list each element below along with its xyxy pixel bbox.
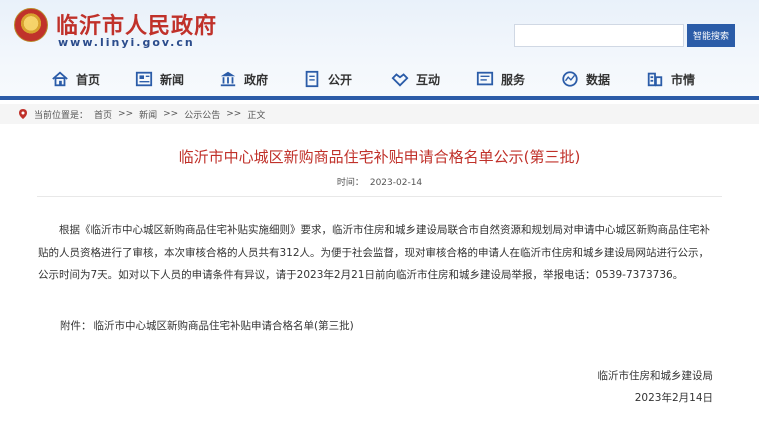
breadcrumb: 当前位置是： 首页 >> 新闻 >> 公示公告 >> 正文 <box>0 104 759 124</box>
nav-label: 市情 <box>671 72 696 87</box>
publish-time-value: 2023-02-14 <box>369 178 423 188</box>
nav-label: 首页 <box>76 72 101 87</box>
breadcrumb-current: 正文 <box>247 110 266 121</box>
breadcrumb-news[interactable]: 新闻 <box>139 108 157 121</box>
site-url: www.linyi.gov.cn <box>58 36 195 49</box>
title-divider <box>37 196 722 197</box>
body-paragraph: 根据《临沂市中心城区新购商品住宅补贴实施细则》要求，临沂市住房和城乡建设局联合市… <box>38 224 710 281</box>
service-window-icon <box>475 69 495 89</box>
search-input[interactable] <box>514 24 684 47</box>
newspaper-icon <box>134 69 154 89</box>
nav-item-government[interactable]: 政府 <box>218 68 268 90</box>
nav-label: 互动 <box>416 72 441 87</box>
breadcrumb-separator: >> <box>118 109 134 119</box>
nav-item-news[interactable]: 新闻 <box>134 68 184 90</box>
nav-item-data[interactable]: 数据 <box>560 68 610 90</box>
home-icon <box>50 69 70 89</box>
national-emblem-logo[interactable]: ★ <box>14 8 48 42</box>
nav-label: 服务 <box>501 72 526 87</box>
nav-label: 数据 <box>586 72 611 87</box>
nav-label: 公开 <box>328 72 353 87</box>
document-icon <box>302 69 322 89</box>
nav-accent-bar <box>0 96 759 100</box>
city-building-icon <box>645 69 665 89</box>
attachment-label: 附件： <box>60 320 92 332</box>
nav-item-city-info[interactable]: 市情 <box>645 68 695 90</box>
breadcrumb-separator: >> <box>163 109 179 119</box>
signature-date: 2023年2月14日 <box>634 392 713 404</box>
signature-organization: 临沂市住房和城乡建设局 <box>597 370 714 382</box>
breadcrumb-announcements[interactable]: 公示公告 <box>184 108 220 121</box>
publish-time: 时间： 2023-02-14 <box>0 175 759 188</box>
publish-time-label: 时间： <box>336 178 364 188</box>
nav-item-public[interactable]: 公开 <box>302 68 352 90</box>
main-nav: 首页 新闻 政府 公开 互动 服务 数据 市情 <box>0 62 759 96</box>
nav-item-home[interactable]: 首页 <box>50 68 100 90</box>
breadcrumb-home[interactable]: 首页 <box>94 108 112 121</box>
handshake-icon <box>390 69 410 89</box>
attachment-link[interactable]: 临沂市中心城区新购商品住宅补贴申请合格名单(第三批) <box>94 320 354 332</box>
attachment-line: 附件： 临沂市中心城区新购商品住宅补贴申请合格名单(第三批) <box>60 318 354 333</box>
location-pin-icon <box>19 109 27 119</box>
smart-search-button[interactable]: 智能搜索 <box>687 24 735 47</box>
nav-label: 新闻 <box>160 72 185 87</box>
breadcrumb-label: 当前位置是： <box>34 110 89 121</box>
article-title: 临沂市中心城区新购商品住宅补贴申请合格名单公示(第三批) <box>178 148 581 166</box>
nav-item-services[interactable]: 服务 <box>475 68 525 90</box>
nav-item-interaction[interactable]: 互动 <box>390 68 440 90</box>
government-building-icon <box>218 69 238 89</box>
globe-data-icon <box>560 69 580 89</box>
nav-label: 政府 <box>244 72 269 87</box>
article-body: 根据《临沂市中心城区新购商品住宅补贴实施细则》要求，临沂市住房和城乡建设局联合市… <box>38 219 718 287</box>
breadcrumb-separator: >> <box>226 109 242 119</box>
